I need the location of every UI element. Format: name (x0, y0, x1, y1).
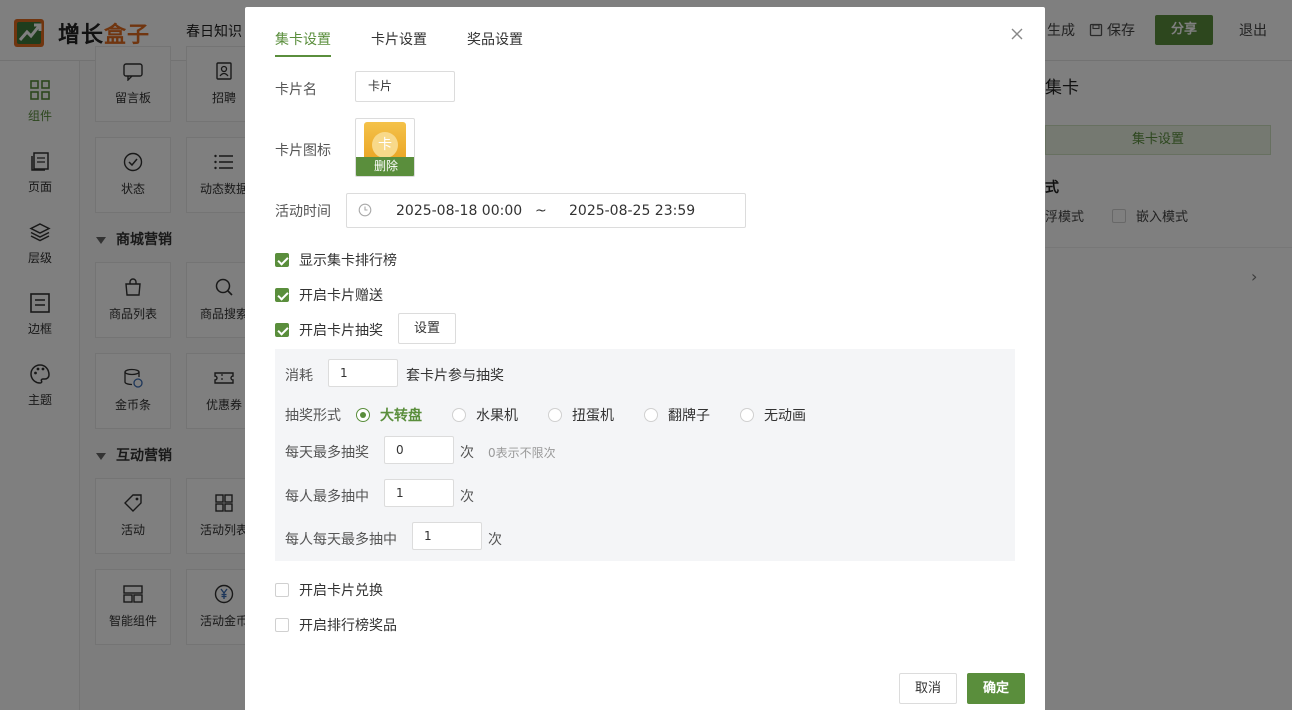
clock-icon (358, 203, 372, 217)
radio-dot (644, 408, 658, 422)
show-rank-checkbox[interactable] (275, 253, 289, 267)
exchange-option[interactable]: 开启卡片兑换 (275, 580, 383, 600)
lottery-checkbox[interactable] (275, 323, 289, 337)
dialog-tabs: 集卡设置 卡片设置 奖品设置 (275, 29, 563, 57)
per-user-input[interactable]: 1 (384, 479, 454, 507)
card-icon-label: 卡片图标 (275, 143, 331, 159)
gift-option[interactable]: 开启卡片赠送 (275, 285, 383, 305)
per-user-unit: 次 (460, 489, 474, 505)
range-separator: ~ (535, 203, 547, 219)
card-coin-glyph: 卡 (372, 132, 398, 158)
tab-collection-settings[interactable]: 集卡设置 (275, 29, 331, 57)
daily-max-input[interactable]: 0 (384, 436, 454, 464)
form-gacha[interactable]: 扭蛋机 (548, 405, 614, 425)
lottery-settings-button[interactable]: 设置 (398, 313, 456, 344)
daily-max-unit: 次 (460, 445, 474, 461)
rank-prize-checkbox[interactable] (275, 618, 289, 632)
confirm-button[interactable]: 确定 (967, 673, 1025, 704)
radio-dot (356, 408, 370, 422)
form-flip-card[interactable]: 翻牌子 (644, 405, 710, 425)
cancel-button[interactable]: 取消 (899, 673, 957, 704)
form-fruit-machine[interactable]: 水果机 (452, 405, 518, 425)
daily-max-hint: 0表示不限次 (488, 446, 556, 460)
form-no-animation[interactable]: 无动画 (740, 405, 806, 425)
lottery-settings-panel: 消耗 1 套卡片参与抽奖 抽奖形式 大转盘 水果机 扭蛋机 翻牌子 无动画 每天… (275, 349, 1015, 561)
card-name-input[interactable]: 卡片 (355, 71, 455, 102)
lottery-option[interactable]: 开启卡片抽奖 (275, 320, 383, 340)
radio-dot (452, 408, 466, 422)
radio-dot (740, 408, 754, 422)
daily-max-label: 每天最多抽奖 (285, 445, 369, 461)
lottery-form-label: 抽奖形式 (285, 408, 341, 424)
consume-label: 消耗 (285, 368, 313, 384)
radio-dot (548, 408, 562, 422)
exchange-checkbox[interactable] (275, 583, 289, 597)
rank-prize-option[interactable]: 开启排行榜奖品 (275, 615, 397, 635)
card-collection-dialog: 集卡设置 卡片设置 奖品设置 卡片名 卡片 卡片图标 卡 删除 活动时间 202… (245, 7, 1045, 710)
delete-icon-button[interactable]: 删除 (356, 157, 414, 176)
show-rank-option[interactable]: 显示集卡排行榜 (275, 250, 397, 270)
consume-suffix: 套卡片参与抽奖 (406, 368, 504, 384)
per-user-label: 每人最多抽中 (285, 489, 369, 505)
card-icon-upload[interactable]: 卡 删除 (355, 118, 415, 177)
per-user-daily-unit: 次 (488, 532, 502, 548)
card-name-label: 卡片名 (275, 82, 317, 98)
per-user-daily-label: 每人每天最多抽中 (285, 532, 397, 548)
activity-time-range-picker[interactable]: 2025-08-18 00:00 ~ 2025-08-25 23:59 (346, 193, 746, 228)
end-time[interactable]: 2025-08-25 23:59 (569, 203, 695, 219)
per-user-daily-input[interactable]: 1 (412, 522, 482, 550)
start-time[interactable]: 2025-08-18 00:00 (396, 203, 522, 219)
close-icon[interactable] (1009, 26, 1025, 42)
gift-checkbox[interactable] (275, 288, 289, 302)
form-big-wheel[interactable]: 大转盘 (356, 405, 422, 425)
tab-prize-settings[interactable]: 奖品设置 (467, 29, 523, 57)
activity-time-label: 活动时间 (275, 204, 331, 220)
tab-card-settings[interactable]: 卡片设置 (371, 29, 427, 57)
consume-input[interactable]: 1 (328, 359, 398, 387)
